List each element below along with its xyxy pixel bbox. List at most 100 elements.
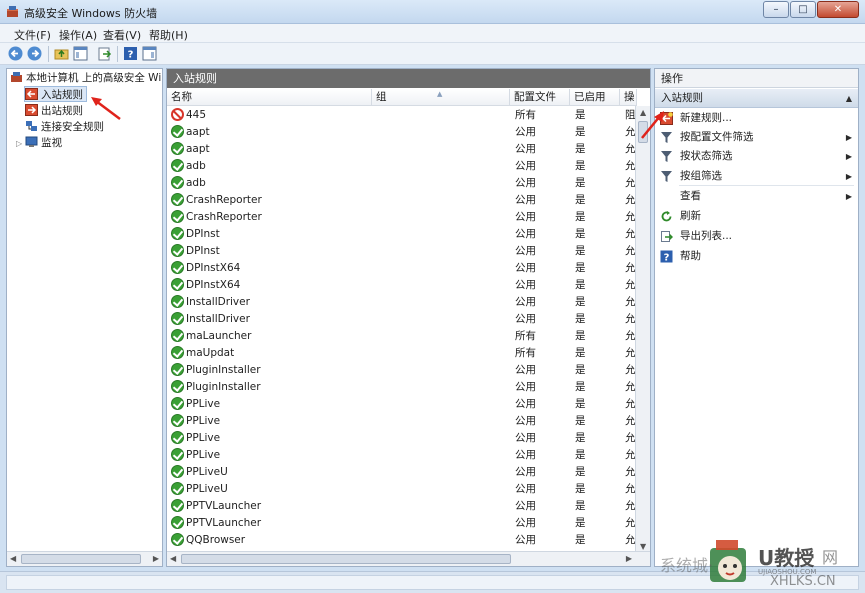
rule-action: 允: [625, 262, 636, 274]
menu-file[interactable]: 文件(F): [14, 27, 51, 43]
status-bar: [0, 571, 865, 593]
menu-view[interactable]: 查看(V): [103, 27, 141, 43]
table-row[interactable]: CrashReporter 公用 是 允: [167, 209, 637, 226]
rule-name-cell: PPLive: [171, 430, 220, 447]
table-row[interactable]: PluginInstaller 公用 是 允: [167, 362, 637, 379]
rule-action: 允: [625, 177, 636, 189]
minimize-button[interactable]: –: [763, 1, 789, 18]
up-folder-icon[interactable]: [54, 46, 69, 61]
table-row[interactable]: aapt 公用 是 允: [167, 141, 637, 158]
tree-root-label: 本地计算机 上的高级安全 Wind: [26, 72, 163, 84]
table-row[interactable]: PPLiveU 公用 是 允: [167, 481, 637, 498]
tree-item-monitoring[interactable]: ▷ 监视: [16, 135, 62, 151]
table-row[interactable]: adb 公用 是 允: [167, 158, 637, 175]
table-row[interactable]: CrashReporter 公用 是 允: [167, 192, 637, 209]
inbound-rules-icon: [25, 88, 38, 100]
column-enabled[interactable]: 已启用: [570, 89, 620, 106]
table-row[interactable]: DPInst 公用 是 允: [167, 226, 637, 243]
close-button[interactable]: ✕: [817, 1, 859, 18]
allow-icon: [171, 261, 184, 274]
table-row[interactable]: maUpdat 所有 是 允: [167, 345, 637, 362]
toolbar: ?: [0, 43, 865, 65]
scroll-right-icon[interactable]: ▶: [626, 554, 632, 563]
action-item[interactable]: 按组筛选 ▶: [655, 167, 858, 186]
tree-item-label: 入站规则: [41, 89, 83, 101]
column-profile[interactable]: 配置文件: [510, 89, 570, 106]
table-row[interactable]: InstallDriver 公用 是 允: [167, 294, 637, 311]
action-item[interactable]: 查看 ▶: [655, 187, 858, 206]
table-row[interactable]: PPLive 公用 是 允: [167, 396, 637, 413]
help-toolbar-icon[interactable]: ?: [123, 46, 138, 61]
rule-action: 允: [625, 296, 636, 308]
menu-bar: 文件(F) 操作(A) 查看(V) 帮助(H): [0, 24, 865, 43]
export-icon: [660, 230, 673, 243]
tree-item-outbound-rules[interactable]: 出站规则: [25, 103, 83, 119]
rule-action: 允: [625, 415, 636, 427]
maximize-button[interactable]: □: [790, 1, 816, 18]
table-row[interactable]: InstallDriver 公用 是 允: [167, 311, 637, 328]
table-row[interactable]: adb 公用 是 允: [167, 175, 637, 192]
rule-name: InstallDriver: [186, 296, 250, 308]
action-label: 导出列表...: [680, 230, 733, 242]
rule-name: PluginInstaller: [186, 381, 261, 393]
rule-enabled: 是: [575, 194, 586, 206]
column-action[interactable]: 操: [620, 89, 637, 106]
rule-profile: 公用: [515, 279, 536, 291]
action-item[interactable]: 按配置文件筛选 ▶: [655, 128, 858, 147]
filter-icon: [660, 170, 673, 183]
rules-table: 445 所有是阻 aapt 公用是允 aapt 公用是允 adb 公用是允 adb 公用是允 Cra…: [167, 107, 637, 552]
action-item[interactable]: 新建规则...: [655, 109, 858, 128]
rule-profile: 公用: [515, 398, 536, 410]
table-row[interactable]: PPLive 公用 是 允: [167, 430, 637, 447]
scroll-right-icon[interactable]: ▶: [153, 554, 159, 563]
collapse-icon[interactable]: ▲: [846, 89, 852, 108]
scroll-thumb[interactable]: [181, 554, 511, 564]
expand-icon[interactable]: ▷: [16, 139, 22, 148]
table-row[interactable]: 445 所有 是 阻: [167, 107, 637, 124]
export-toolbar-icon[interactable]: [97, 46, 112, 61]
table-row[interactable]: PPTVLauncher 公用 是 允: [167, 515, 637, 532]
action-item[interactable]: 刷新: [655, 207, 858, 226]
table-row[interactable]: PluginInstaller 公用 是 允: [167, 379, 637, 396]
forward-icon[interactable]: [27, 46, 42, 61]
table-row[interactable]: PPLive 公用 是 允: [167, 447, 637, 464]
column-name[interactable]: 名称: [167, 89, 372, 106]
back-icon[interactable]: [8, 46, 23, 61]
allow-icon: [171, 312, 184, 325]
table-row[interactable]: PPLiveU 公用 是 允: [167, 464, 637, 481]
table-row[interactable]: PPLive 公用 是 允: [167, 413, 637, 430]
tree-root[interactable]: 本地计算机 上的高级安全 Wind: [10, 70, 163, 86]
action-item[interactable]: 按状态筛选 ▶: [655, 147, 858, 166]
action-item[interactable]: 导出列表...: [655, 227, 858, 246]
table-row[interactable]: maLauncher 所有 是 允: [167, 328, 637, 345]
tree-item-inbound-rules[interactable]: 入站规则: [24, 86, 87, 102]
menu-action[interactable]: 操作(A): [59, 27, 97, 43]
table-row[interactable]: DPInstX64 公用 是 允: [167, 260, 637, 277]
rule-profile: 公用: [515, 466, 536, 478]
table-row[interactable]: QQBrowser 公用 是 允: [167, 532, 637, 549]
actions-section-header[interactable]: 入站规则 ▲: [655, 89, 858, 108]
rules-horizontal-scrollbar[interactable]: ◀ ▶: [167, 551, 650, 566]
table-row[interactable]: PPTVLauncher 公用 是 允: [167, 498, 637, 515]
allow-icon: [171, 278, 184, 291]
scroll-down-icon[interactable]: ▼: [640, 542, 646, 551]
show-hide-tree-icon[interactable]: [73, 46, 88, 61]
scroll-left-icon[interactable]: ◀: [170, 554, 176, 563]
rule-name-cell: CrashReporter: [171, 209, 262, 226]
rule-name-cell: PluginInstaller: [171, 362, 261, 379]
menu-help[interactable]: 帮助(H): [149, 27, 188, 43]
scroll-left-icon[interactable]: ◀: [10, 554, 16, 563]
table-row[interactable]: aapt 公用 是 允: [167, 124, 637, 141]
rules-vertical-scrollbar[interactable]: ▲ ▼: [635, 106, 650, 553]
action-separator: [679, 185, 854, 186]
show-hide-action-pane-icon[interactable]: [142, 46, 157, 61]
table-row[interactable]: DPInstX64 公用 是 允: [167, 277, 637, 294]
tree-horizontal-scrollbar[interactable]: ◀ ▶: [7, 551, 162, 566]
scroll-thumb[interactable]: [21, 554, 141, 564]
rule-name: adb: [186, 160, 206, 172]
sort-indicator-icon: ▲: [437, 90, 443, 98]
action-item[interactable]: ? 帮助: [655, 247, 858, 266]
table-row[interactable]: DPInst 公用 是 允: [167, 243, 637, 260]
rule-profile: 公用: [515, 449, 536, 461]
rule-name-cell: QQBrowser: [171, 532, 245, 549]
